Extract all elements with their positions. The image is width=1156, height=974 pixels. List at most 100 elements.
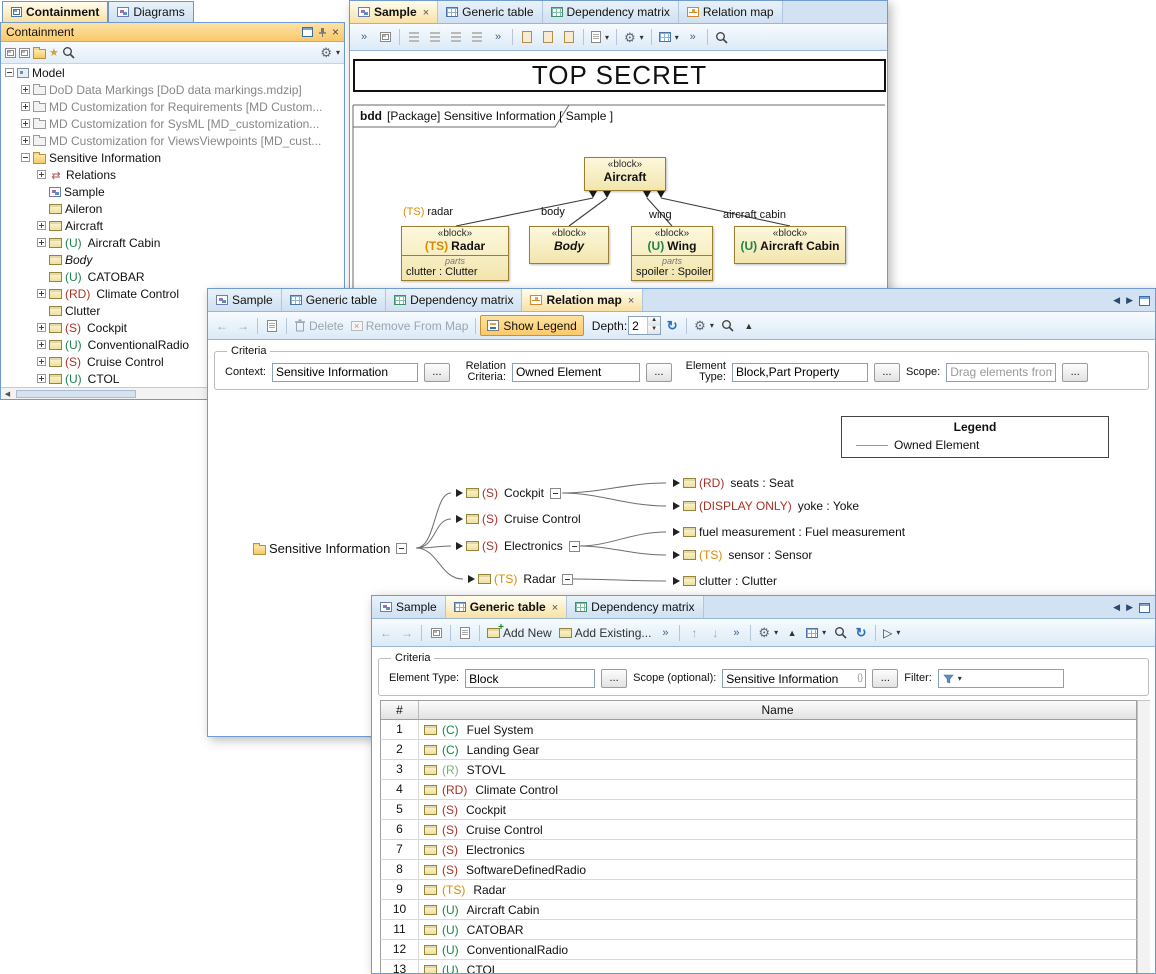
expander-icon[interactable] (21, 153, 30, 162)
tree-item[interactable]: MD Customization for Requirements [MD Cu… (1, 98, 344, 115)
table-row[interactable]: 6(S)Cruise Control (380, 820, 1137, 840)
relation-criteria-input[interactable] (512, 363, 640, 382)
relmap-node-root[interactable]: Sensitive Information (253, 541, 407, 556)
table-row[interactable]: 9(TS)Radar (380, 880, 1137, 900)
tab-scroll-right-icon[interactable]: ▶ (1126, 295, 1133, 306)
block-aircraft-cabin[interactable]: «block» (U)Aircraft Cabin (734, 226, 846, 264)
search-icon[interactable] (712, 27, 732, 47)
overflow-chevron-icon[interactable]: » (726, 623, 746, 643)
tab-dependency-matrix[interactable]: Dependency matrix (543, 1, 679, 23)
expander-icon[interactable] (37, 170, 46, 179)
containment-tree-icon[interactable] (426, 623, 446, 643)
tree-item[interactable]: (U)CATOBAR (1, 268, 344, 285)
containment-tree-icon[interactable] (375, 27, 395, 47)
element-type-more-button[interactable]: ... (874, 363, 900, 382)
expander-icon[interactable] (37, 289, 46, 298)
favorites-icon[interactable]: ★ (49, 46, 59, 59)
relmap-node[interactable]: (RD)seats : Seat (673, 476, 794, 490)
element-type-input[interactable] (465, 669, 595, 688)
columns-icon[interactable]: ▾ (803, 623, 829, 643)
tree-item[interactable]: Aircraft (1, 217, 344, 234)
show-legend-toggle[interactable]: Show Legend (480, 315, 583, 336)
table-header[interactable]: # Name (380, 700, 1137, 720)
relmap-node[interactable]: (TS)Radar (468, 572, 573, 586)
expander-icon[interactable] (21, 102, 30, 111)
pin-icon[interactable] (317, 27, 328, 38)
expand-selection-icon[interactable] (19, 48, 30, 58)
tree-item[interactable]: Aileron (1, 200, 344, 217)
tab-sample[interactable]: Sample (350, 1, 438, 23)
tab-generic-table[interactable]: Generic table (438, 1, 542, 23)
search-icon[interactable] (718, 316, 738, 336)
collapse-icon[interactable] (569, 541, 580, 552)
column-number[interactable]: # (381, 701, 419, 719)
overflow-chevron-icon[interactable]: » (683, 27, 703, 47)
tab-dependency-matrix[interactable]: Dependency matrix (386, 289, 522, 311)
relmap-node[interactable]: fuel measurement : Fuel measurement (673, 525, 905, 539)
expander-icon[interactable] (37, 238, 46, 247)
move-up-icon[interactable]: ↑ (684, 623, 704, 643)
tab-scroll-right-icon[interactable]: ▶ (1126, 602, 1133, 613)
table-options-icon[interactable]: ▾ (656, 27, 682, 47)
relmap-node[interactable]: clutter : Clutter (673, 574, 777, 588)
table-row[interactable]: 10(U)Aircraft Cabin (380, 900, 1137, 920)
vertical-scrollbar[interactable] (1137, 700, 1150, 973)
refresh-icon[interactable]: ↻ (662, 316, 682, 336)
depth-stepper[interactable]: ▲▼ (628, 316, 661, 335)
gear-icon[interactable]: ⚙▾ (621, 27, 647, 47)
tab-scroll-left-icon[interactable]: ◀ (1113, 602, 1120, 613)
expander-icon[interactable] (21, 119, 30, 128)
delete-button[interactable]: Delete (291, 316, 347, 336)
overflow-chevron-icon[interactable]: » (655, 623, 675, 643)
relmap-node[interactable]: (S)Cockpit (456, 486, 561, 500)
scroll-left-icon[interactable]: ◀ (1, 390, 14, 398)
search-icon[interactable] (62, 46, 75, 59)
collapse-icon[interactable] (396, 543, 407, 554)
align-right-icon[interactable] (446, 27, 466, 47)
add-existing-button[interactable]: Add Existing... (556, 623, 655, 643)
tree-item[interactable]: Sample (1, 183, 344, 200)
move-down-icon[interactable]: ↓ (705, 623, 725, 643)
tree-item[interactable]: Body (1, 251, 344, 268)
close-icon[interactable] (550, 600, 558, 614)
scope-more-button[interactable]: ... (1062, 363, 1088, 382)
column-name[interactable]: Name (419, 703, 1136, 717)
table-row[interactable]: 1(C)Fuel System (380, 720, 1137, 740)
tab-generic-table[interactable]: Generic table (446, 596, 567, 618)
element-type-input[interactable] (732, 363, 868, 382)
relmap-node[interactable]: (DISPLAY ONLY)yoke : Yoke (673, 499, 859, 513)
tab-generic-table[interactable]: Generic table (282, 289, 386, 311)
relmap-node[interactable]: (S)Electronics (456, 539, 580, 553)
gear-icon[interactable]: ⚙▾ (755, 623, 781, 643)
forward-icon[interactable]: → (233, 316, 253, 336)
close-icon[interactable]: × (332, 25, 339, 39)
remove-from-map-button[interactable]: Remove From Map (348, 316, 472, 336)
open-folder-icon[interactable] (33, 49, 46, 59)
paste-icon[interactable] (538, 27, 558, 47)
tree-item[interactable]: DoD Data Markings [DoD data markings.mdz… (1, 81, 344, 98)
tree-item[interactable]: MD Customization for ViewsViewpoints [MD… (1, 132, 344, 149)
tree-item[interactable]: Sensitive Information (1, 149, 344, 166)
dependencies-icon[interactable]: ▾ (588, 27, 612, 47)
table-row[interactable]: 8(S)SoftwareDefinedRadio (380, 860, 1137, 880)
block-aircraft[interactable]: «block» Aircraft (584, 157, 666, 191)
table-row[interactable]: 11(U)CATOBAR (380, 920, 1137, 940)
tab-scroll-left-icon[interactable]: ◀ (1113, 295, 1120, 306)
forward-icon[interactable]: → (397, 623, 417, 643)
align-center-icon[interactable] (425, 27, 445, 47)
filter-input[interactable]: ▾ (938, 669, 1064, 688)
context-input[interactable] (272, 363, 418, 382)
collapse-icon[interactable] (550, 488, 561, 499)
expander-icon[interactable] (37, 357, 46, 366)
tree-item[interactable]: Model (1, 64, 344, 81)
step-up-icon[interactable]: ▲ (648, 317, 660, 326)
align-left-icon[interactable] (404, 27, 424, 47)
relation-criteria-more-button[interactable]: ... (646, 363, 672, 382)
scrollbar-thumb[interactable] (16, 390, 136, 398)
restore-window-icon[interactable] (1139, 296, 1150, 306)
tree-item[interactable]: (U)Aircraft Cabin (1, 234, 344, 251)
close-icon[interactable] (421, 5, 429, 19)
block-wing[interactable]: «block» (U)Wing parts spoiler : Spoiler (631, 226, 713, 281)
tab-relation-map[interactable]: Relation map (522, 289, 643, 311)
scope-input[interactable] (722, 669, 866, 688)
